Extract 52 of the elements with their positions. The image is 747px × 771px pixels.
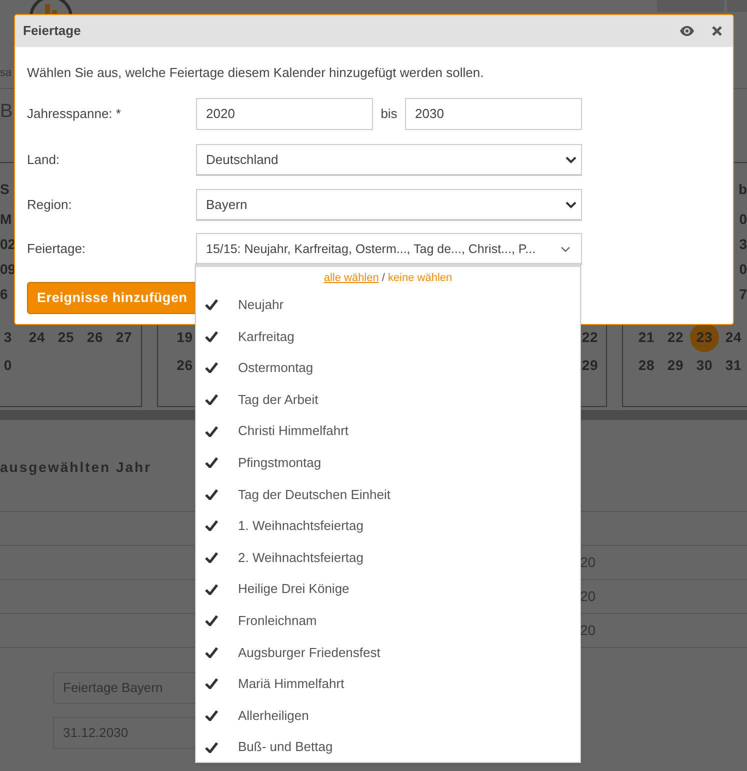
field-label: Land: bbox=[27, 151, 61, 170]
input-field[interactable]: 2030 bbox=[405, 98, 582, 130]
holiday-option[interactable]: 1. Weihnachtsfeiertag bbox=[196, 510, 580, 542]
holiday-option[interactable]: Ostermontag bbox=[196, 352, 580, 384]
holiday-option[interactable]: Buß- und Bettag bbox=[196, 731, 580, 763]
calendar-day: 3 bbox=[739, 232, 747, 257]
month-title: b bbox=[738, 180, 747, 199]
field-label: Region: bbox=[27, 196, 73, 214]
holiday-option[interactable]: Fronleichnam bbox=[196, 604, 580, 637]
calendar-day: M bbox=[0, 207, 12, 232]
calendar-day: 25 bbox=[56, 326, 76, 348]
dialog-description: Wählen Sie aus, welche Feiertage diesem Kalender hinzugefügt werden sollen. bbox=[27, 64, 485, 82]
chevron-down-icon bbox=[560, 246, 571, 252]
section-heading: ausgewählten Jahr bbox=[0, 458, 152, 477]
calendar-day: 0 bbox=[739, 257, 747, 282]
calendar-day: 22 bbox=[580, 326, 600, 348]
holiday-option[interactable]: Augsburger Friedensfest bbox=[196, 636, 580, 668]
holiday-option[interactable]: Christi Himmelfahrt bbox=[196, 415, 580, 447]
calendar-day: 0 bbox=[0, 354, 18, 376]
calendar-day: 0 bbox=[739, 207, 747, 232]
holiday-option[interactable]: Pfingstmontag bbox=[196, 446, 580, 479]
calendar-day: 02 bbox=[0, 232, 16, 257]
holiday-option[interactable]: Mariä Himmelfahrt bbox=[196, 668, 580, 700]
calendar-day: 26 bbox=[85, 326, 105, 348]
calendar-day: 7 bbox=[739, 282, 747, 307]
close-icon[interactable] bbox=[712, 26, 722, 36]
holiday-option[interactable]: Allerheiligen bbox=[196, 700, 580, 732]
select-dropdown[interactable]: Deutschland bbox=[196, 144, 582, 176]
range-separator: bis bbox=[380, 105, 398, 124]
chevron-down-icon bbox=[565, 200, 577, 208]
calendar-day: 26 bbox=[174, 354, 195, 376]
dialog-title: Feiertage bbox=[23, 22, 82, 40]
select-dropdown[interactable]: Bayern bbox=[196, 189, 582, 221]
field-label: Jahresspanne: * bbox=[27, 105, 122, 124]
calendar-day: 6 bbox=[0, 282, 8, 307]
holiday-option[interactable]: Neujahr bbox=[196, 289, 580, 321]
field-label: Feiertage: bbox=[27, 240, 87, 258]
calendar-day: 3 bbox=[0, 326, 18, 348]
input-field[interactable]: 2020 bbox=[196, 98, 373, 130]
holiday-option[interactable]: Tag der Arbeit bbox=[196, 384, 580, 416]
chevron-down-icon bbox=[565, 156, 577, 164]
calendar-day: 29 bbox=[580, 354, 600, 376]
eye-icon[interactable] bbox=[679, 25, 695, 37]
calendar-day: 24 bbox=[27, 326, 47, 348]
calendar-day: 27 bbox=[114, 326, 134, 348]
calendar-day: 19 bbox=[174, 326, 195, 348]
link-separator: / bbox=[382, 270, 385, 286]
month-title: S bbox=[0, 180, 10, 199]
holiday-option[interactable]: Tag der Deutschen Einheit bbox=[196, 478, 580, 510]
holiday-option[interactable]: 2. Weihnachtsfeiertag bbox=[196, 542, 580, 574]
holiday-option[interactable]: Heilige Drei Könige bbox=[196, 573, 580, 605]
holiday-option[interactable]: Karfreitag bbox=[196, 320, 580, 352]
